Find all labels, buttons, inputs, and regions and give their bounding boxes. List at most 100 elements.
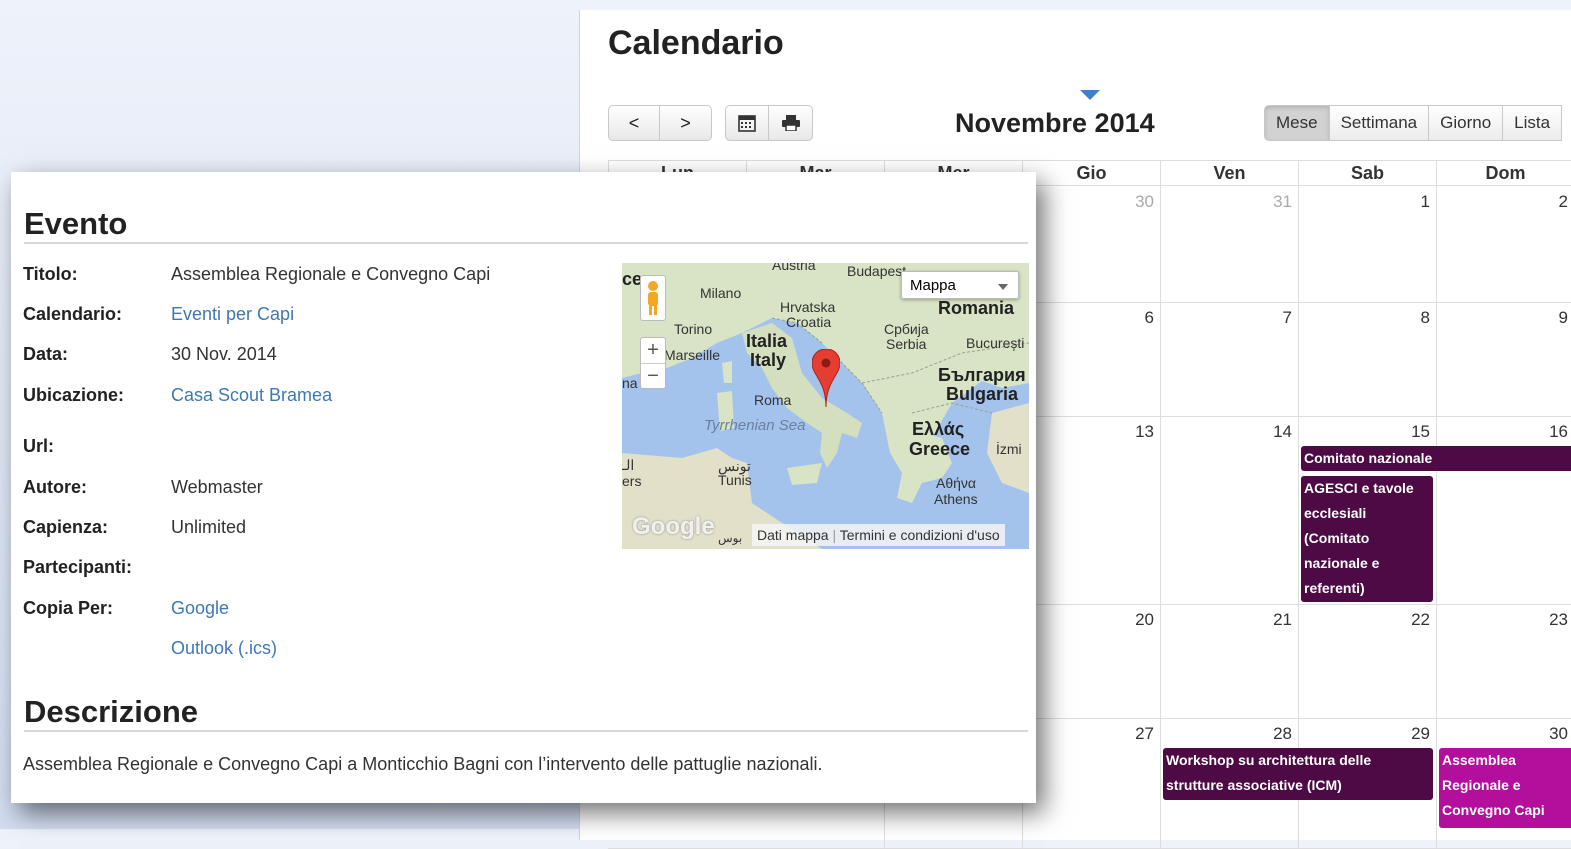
day-number: 23 [1549, 610, 1568, 629]
map-label: Greece [909, 439, 971, 459]
day-number: 21 [1273, 610, 1292, 629]
day-cell[interactable]: 31 [1160, 186, 1298, 302]
day-cell[interactable]: 23 [1436, 604, 1571, 718]
map-label: بوس [718, 531, 743, 545]
calendar-link[interactable]: Eventi per Capi [171, 304, 294, 325]
weekday-label: Gio [1023, 161, 1161, 185]
map-footer: Dati mappa | Termini e condizioni d'uso [752, 524, 1005, 546]
day-number: 6 [1144, 308, 1154, 327]
field-value-capienza: Unlimited [171, 517, 247, 537]
field-label-data: Data: [23, 344, 69, 364]
view-list-button[interactable]: Lista [1503, 105, 1563, 141]
day-number: 15 [1411, 422, 1430, 441]
date-picker-button[interactable] [725, 105, 769, 141]
day-number: 13 [1135, 422, 1154, 441]
field-label-copia: Copia Per: [23, 598, 114, 618]
map-label: Србија [884, 321, 929, 337]
zoom-control: + − [640, 337, 666, 389]
chevron-left-icon: < [628, 112, 640, 133]
event-heading: Evento [24, 206, 128, 241]
weekday-label: Dom [1437, 161, 1571, 185]
map-label: Italy [750, 350, 787, 370]
day-cell[interactable]: 22 [1298, 604, 1436, 718]
prev-month-button[interactable]: < [608, 105, 660, 141]
day-number: 7 [1282, 308, 1292, 327]
day-number: 1 [1420, 192, 1430, 211]
day-cell[interactable]: 21 [1160, 604, 1298, 718]
field-value-titolo: Assemblea Regionale e Convegno Capi [171, 264, 491, 284]
chevron-down-icon [998, 284, 1008, 290]
map-label: Athens [934, 491, 978, 507]
day-number: 16 [1549, 422, 1568, 441]
day-cell[interactable]: 2 [1436, 186, 1571, 302]
map-label: Serbia [886, 336, 927, 352]
day-cell[interactable]: 30 [1022, 186, 1160, 302]
event-workshop[interactable]: Workshop su architettura delle strutture… [1163, 748, 1433, 800]
day-cell[interactable]: 14 [1160, 416, 1298, 604]
zoom-in-button[interactable]: + [641, 338, 665, 364]
day-number: 29 [1411, 724, 1430, 743]
dropdown-indicator-icon[interactable] [1080, 90, 1100, 100]
map-terms-link[interactable]: Termini e condizioni d'uso [840, 527, 1000, 543]
map-label: Marseille [664, 347, 721, 363]
field-label-calendario: Calendario: [23, 304, 123, 324]
nav-button-group: < > [608, 105, 712, 141]
day-number: 28 [1273, 724, 1292, 743]
event-comitato-nazionale[interactable]: Comitato nazionale [1301, 446, 1571, 471]
map-data-link[interactable]: Dati mappa [757, 527, 829, 543]
copy-outlook-link[interactable]: Outlook (.ics) [171, 638, 277, 659]
day-cell[interactable]: 1 [1298, 186, 1436, 302]
event-popup: Evento Titolo: Assemblea Regionale e Con… [11, 172, 1036, 803]
printer-icon [781, 115, 800, 131]
map-label: Torino [674, 321, 713, 337]
print-button[interactable] [769, 105, 813, 141]
view-week-button[interactable]: Settimana [1329, 105, 1430, 141]
map-type-selector[interactable]: Mappa [901, 271, 1019, 299]
day-cell[interactable]: 20 [1022, 604, 1160, 718]
google-logo: Google [632, 513, 715, 540]
day-number: 31 [1273, 192, 1292, 211]
tool-button-group [725, 105, 813, 141]
weekday-label: Sab [1299, 161, 1437, 185]
field-label-titolo: Titolo: [23, 264, 78, 284]
day-cell[interactable]: 16 [1436, 416, 1571, 604]
event-agesci[interactable]: AGESCI e tavole ecclesiali (Comitato naz… [1301, 476, 1433, 602]
day-cell[interactable]: 6 [1022, 302, 1160, 416]
zoom-out-button[interactable]: − [641, 364, 665, 389]
map-label: Budapest [847, 263, 907, 279]
calendar-icon [738, 115, 756, 132]
day-cell[interactable]: 13 [1022, 416, 1160, 604]
map-label: Romania [938, 298, 1015, 318]
map-label: Croatia [786, 314, 832, 330]
map-label: Bulgaria [946, 384, 1019, 404]
map-label: Ελλάς [912, 419, 965, 439]
map-label: Hrvatska [780, 299, 836, 315]
day-cell[interactable]: 8 [1298, 302, 1436, 416]
event-assemblea[interactable]: Assemblea Regionale e Convegno Capi [1439, 748, 1571, 828]
map-marker-icon[interactable] [812, 349, 840, 407]
divider [24, 730, 1028, 732]
map-label: na [622, 375, 638, 391]
copy-google-link[interactable]: Google [171, 598, 229, 619]
day-number: 27 [1135, 724, 1154, 743]
field-label-partecipanti: Partecipanti: [23, 557, 133, 577]
next-month-button[interactable]: > [660, 105, 712, 141]
view-month-button[interactable]: Mese [1264, 105, 1330, 141]
field-value-data: 30 Nov. 2014 [171, 344, 277, 364]
day-number: 30 [1549, 724, 1568, 743]
map-type-label: Mappa [910, 277, 956, 294]
day-number: 20 [1135, 610, 1154, 629]
view-day-button[interactable]: Giorno [1429, 105, 1504, 141]
day-number: 2 [1558, 192, 1568, 211]
location-link[interactable]: Casa Scout Bramea [171, 385, 332, 406]
description-text: Assemblea Regionale e Convegno Capi a Mo… [23, 754, 823, 774]
day-number: 22 [1411, 610, 1430, 629]
day-cell[interactable]: 7 [1160, 302, 1298, 416]
weekday-label: Ven [1161, 161, 1299, 185]
location-map[interactable]: Austria Budapest Milano Hrvatska Croatia… [622, 263, 1029, 549]
field-label-ubicazione: Ubicazione: [23, 385, 125, 405]
field-label-url: Url: [23, 436, 54, 456]
street-view-pegman-icon[interactable] [640, 275, 666, 321]
map-label: Tunis [718, 472, 752, 488]
day-cell[interactable]: 9 [1436, 302, 1571, 416]
